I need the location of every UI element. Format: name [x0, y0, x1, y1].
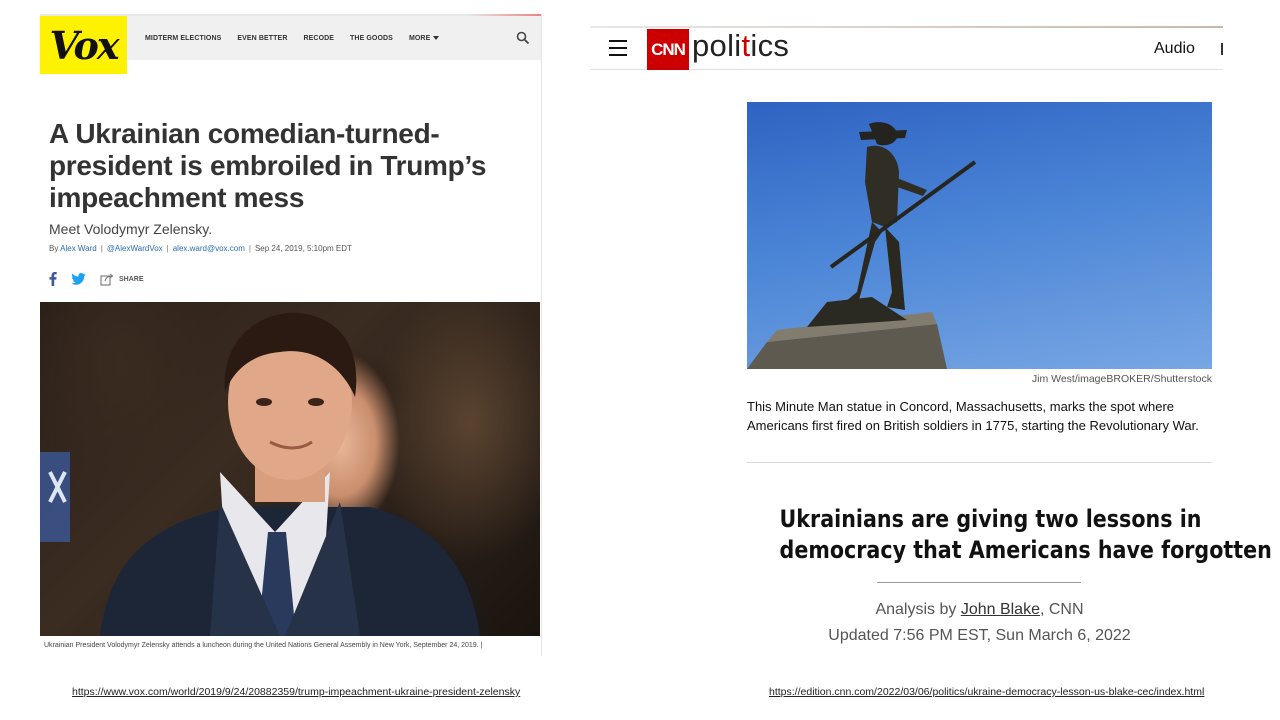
audio-link[interactable]: Audio [1154, 40, 1195, 58]
section-wordmark[interactable]: politics [692, 28, 789, 64]
nav-more-label: MORE [408, 34, 431, 42]
section-wordmark-part: poli [692, 28, 742, 63]
byline-suffix: , CNN [1039, 601, 1084, 618]
email-link[interactable]: alex.ward@vox.com [173, 244, 245, 253]
cnn-header-bar: CNN politics Audio [590, 28, 1223, 70]
minute-man-statue-photo [747, 102, 1212, 369]
nav-item-even-better[interactable]: EVEN BETTER [237, 35, 287, 42]
vox-nav-menu: MIDTERM ELECTIONS EVEN BETTER RECODE THE… [145, 16, 440, 60]
zelensky-photo [40, 302, 540, 636]
section-wordmark-part: ics [750, 28, 790, 63]
nav-item-the-goods[interactable]: THE GOODS [350, 35, 393, 42]
share-button[interactable]: SHARE [100, 273, 144, 286]
vox-logo[interactable]: Vox [40, 16, 127, 74]
menu-icon[interactable] [609, 40, 627, 56]
publish-date: Sep 24, 2019, 5:10pm EDT [254, 244, 352, 253]
nav-item-recode[interactable]: RECODE [303, 35, 334, 42]
share-icon [100, 273, 114, 286]
share-bar: SHARE [49, 271, 144, 287]
headline-line: democracy that Americans have forgotten [779, 536, 1272, 564]
article-byline: Analysis by John Blake, CNN [747, 601, 1212, 619]
caret-down-icon [433, 36, 440, 40]
headline-line: Ukrainians are giving two lessons in [779, 505, 1202, 533]
article-byline: By Alex Ward | @AlexWardVox | alex.ward@vox.… [49, 244, 352, 253]
statue-illustration [747, 122, 977, 369]
vox-source-url[interactable]: https://www.vox.com/world/2019/9/24/2088… [72, 686, 520, 698]
photo-credit: Jim West/imageBROKER/Shutterstock [1031, 373, 1212, 385]
share-label: SHARE [119, 275, 144, 283]
vox-article-panel: Vox MIDTERM ELECTIONS EVEN BETTER RECODE… [40, 14, 542, 656]
byline-separator: | [166, 244, 169, 253]
twitter-icon[interactable] [71, 273, 86, 285]
facebook-icon[interactable] [49, 272, 57, 286]
cnn-logo-text: CNN [651, 39, 686, 59]
updated-timestamp: Updated 7:56 PM EST, Sun March 6, 2022 [828, 627, 1131, 644]
article-headline: Ukrainians are giving two lessons in dem… [779, 504, 1272, 566]
author-link[interactable]: John Blake [961, 601, 1040, 618]
nav-item-midterm-elections[interactable]: MIDTERM ELECTIONS [145, 35, 221, 42]
cnn-article-panel: CNN politics Audio Jim West/imageBROKER/… [590, 26, 1272, 656]
divider [747, 462, 1212, 463]
photo-caption: Ukrainian President Volodymyr Zelensky a… [44, 642, 483, 649]
twitter-link[interactable]: @AlexWardVox [107, 244, 163, 253]
article-dek: Meet Volodymyr Zelensky. [49, 221, 213, 237]
cnn-source-url[interactable]: https://edition.cnn.com/2022/03/06/polit… [769, 686, 1204, 698]
vox-logo-text: Vox [49, 22, 120, 68]
byline-separator: | [248, 244, 251, 253]
article-title: A Ukrainian comedian-turned-president is… [49, 118, 487, 213]
headline-divider [877, 582, 1081, 583]
photo-caption: This Minute Man statue in Concord, Massa… [747, 399, 1199, 433]
cnn-logo[interactable]: CNN [647, 29, 689, 70]
search-icon[interactable] [516, 31, 530, 45]
byline-separator: | [100, 244, 103, 253]
header-divider [1221, 43, 1223, 55]
author-link[interactable]: Alex Ward [60, 244, 97, 253]
byline-prefix: Analysis by [875, 601, 957, 618]
nav-item-more[interactable]: MORE [408, 34, 440, 42]
byline-prefix: By [49, 244, 59, 253]
zelensky-portrait-illustration [40, 312, 480, 636]
